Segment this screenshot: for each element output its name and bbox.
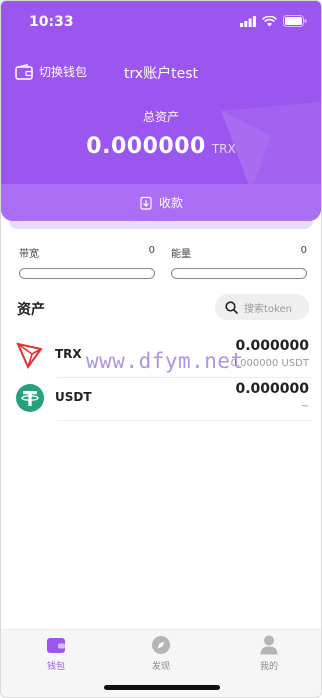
search-icon xyxy=(225,300,238,314)
token-symbol: TRX xyxy=(55,347,82,361)
bandwidth-progress xyxy=(19,268,155,279)
search-placeholder: 搜索token xyxy=(244,303,292,315)
total-assets-value: 0.000000 xyxy=(86,134,206,159)
tab-mine-label: 我的 xyxy=(259,662,278,672)
compass-icon xyxy=(152,636,170,654)
trx-logo-icon xyxy=(16,342,43,370)
bandwidth-value: 0 xyxy=(148,245,155,256)
bandwidth-meter: 带宽 0 xyxy=(19,245,155,279)
receive-icon xyxy=(140,196,152,210)
receive-button[interactable]: 收款 xyxy=(1,184,321,221)
tab-mine[interactable]: 我的 xyxy=(239,634,299,672)
total-assets-row: 0.000000 TRX xyxy=(1,134,321,159)
token-value: ~ xyxy=(300,401,309,412)
energy-value: 0 xyxy=(300,245,307,256)
status-icons xyxy=(240,15,307,27)
watermark-text: www.dfym.net xyxy=(86,349,244,373)
home-indicator xyxy=(104,685,220,690)
token-symbol: USDT xyxy=(55,390,92,404)
wallet-title: trx账户test xyxy=(123,66,199,82)
energy-meter: 能量 0 xyxy=(171,245,307,279)
user-icon xyxy=(260,635,278,655)
token-amount: 0.000000 xyxy=(235,381,309,397)
bandwidth-label: 带宽 xyxy=(19,249,39,260)
signal-icon xyxy=(240,15,256,27)
wifi-icon xyxy=(262,15,277,26)
usdt-logo-icon xyxy=(16,384,44,412)
token-row-usdt[interactable]: USDT 0.000000 ~ xyxy=(1,377,321,421)
token-amount: 0.000000 xyxy=(235,338,309,354)
wallet-tab-icon xyxy=(47,638,65,653)
energy-label: 能量 xyxy=(171,249,191,260)
energy-progress xyxy=(171,268,307,279)
total-assets-unit: TRX xyxy=(211,142,236,156)
total-assets-label: 总资产 xyxy=(142,110,179,124)
status-bar: 10:33 xyxy=(1,1,321,41)
phone-screen: 10:33 切换钱包 trx账户test 总资产 0.000000 TRX 收款… xyxy=(0,0,322,698)
tab-discover[interactable]: 发现 xyxy=(131,634,191,672)
token-search-input[interactable]: 搜索token xyxy=(215,294,309,320)
row-divider xyxy=(57,420,313,421)
tab-discover-label: 发现 xyxy=(151,662,170,672)
assets-heading: 资产 xyxy=(17,302,45,318)
receive-label: 收款 xyxy=(158,196,183,210)
battery-icon xyxy=(283,15,307,27)
header-shadow-strip xyxy=(9,221,313,229)
tab-wallet[interactable]: 钱包 xyxy=(26,634,86,672)
status-time: 10:33 xyxy=(29,14,74,30)
wallet-header: 10:33 切换钱包 trx账户test 总资产 0.000000 TRX 收款 xyxy=(1,1,321,221)
tab-wallet-label: 钱包 xyxy=(46,662,65,672)
